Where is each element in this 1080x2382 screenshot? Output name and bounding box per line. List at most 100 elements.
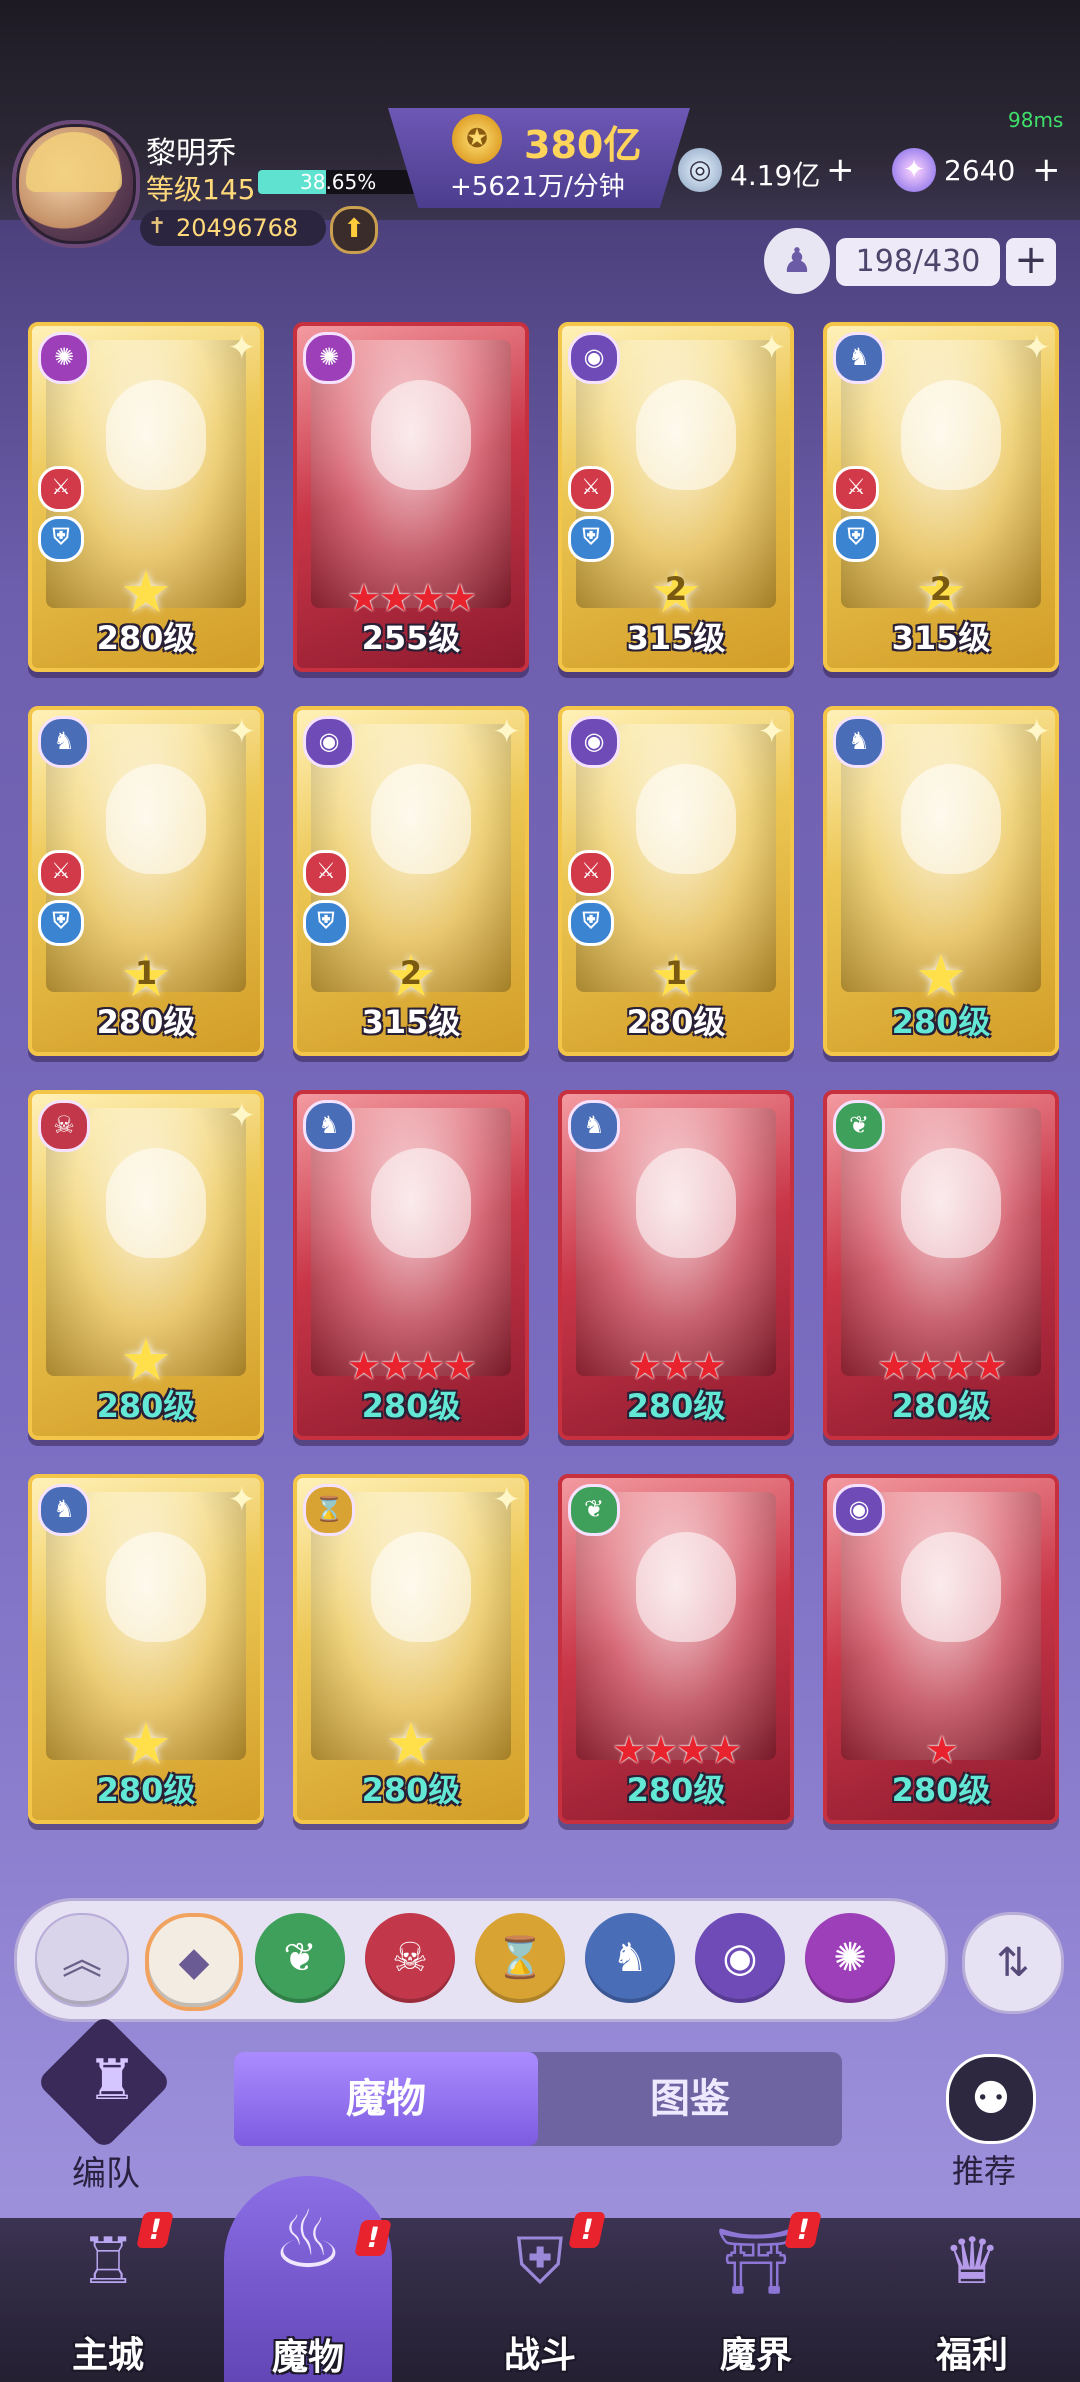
portrait-figure xyxy=(371,764,471,874)
portrait-figure xyxy=(636,764,736,874)
tab-monsters[interactable]: 魔物 xyxy=(234,2052,538,2146)
ping-indicator: 98ms xyxy=(1008,108,1064,132)
dragon-icon: ♞ xyxy=(38,1484,90,1536)
gold-amount: 380亿 xyxy=(524,123,642,167)
monster-capacity: 198/430 xyxy=(836,238,1000,286)
attack-badge-icon: ⚔ xyxy=(38,850,84,896)
monster-card[interactable]: ◉ ⚔ ⛨ ★ 1 ✦ 280级 xyxy=(558,706,794,1056)
monster-level: 315级 xyxy=(891,619,991,657)
star-number: 2 xyxy=(929,570,953,608)
hourglass-icon: ⌛ xyxy=(303,1484,355,1536)
attack-badge-icon: ⚔ xyxy=(833,466,879,512)
vortex-icon[interactable]: ✺ xyxy=(805,1913,895,2003)
defense-badge-icon: ⛨ xyxy=(568,516,614,562)
defense-badge-icon: ⛨ xyxy=(38,900,84,946)
gold-coin-icon: ✪ xyxy=(452,114,502,164)
monster-level: 280级 xyxy=(96,1771,196,1809)
arrow-up-icon: ⬆ xyxy=(343,214,365,244)
portrait-figure xyxy=(106,764,206,874)
star-number: 1 xyxy=(664,954,688,992)
chest-icon: ♛ xyxy=(943,2225,1001,2299)
crystal-amount: 4.19亿 xyxy=(730,159,821,192)
gold-rate: +5621万/分钟 xyxy=(450,172,625,202)
sort-icon: ⇅ xyxy=(996,1940,1030,1986)
recommend-button[interactable]: ⚉ xyxy=(946,2054,1036,2144)
team-button[interactable]: ♜ xyxy=(36,2014,184,2160)
nav-realm-label: 魔界 xyxy=(719,2335,792,2376)
sparkle-icon: ✦ xyxy=(1022,328,1052,368)
monster-card[interactable]: ♞ ★ ✦ 280级 xyxy=(823,706,1059,1056)
monster-level: 315级 xyxy=(361,1003,461,1041)
monster-level: 255级 xyxy=(361,619,461,657)
portrait-figure xyxy=(636,1532,736,1642)
hourglass-icon[interactable]: ⌛ xyxy=(475,1913,565,2003)
portrait-figure xyxy=(106,1148,206,1258)
team-label: 编队 xyxy=(72,2154,140,2194)
defense-badge-icon: ⛨ xyxy=(303,900,349,946)
monster-card[interactable]: ♞ ⚔ ⛨ ★ 1 ✦ 280级 xyxy=(28,706,264,1056)
monster-level: 315级 xyxy=(626,619,726,657)
monster-level: 280级 xyxy=(891,1003,991,1041)
monster-level: 280级 xyxy=(361,1771,461,1809)
recommend-label: 推荐 xyxy=(952,2152,1017,2190)
monster-level: 280级 xyxy=(96,619,196,657)
collapse-icon[interactable]: ︽ xyxy=(35,1913,129,2007)
monster-level: 280级 xyxy=(891,1771,991,1809)
nav-realm[interactable]: ⛩ ! 魔界 xyxy=(648,2200,864,2382)
all-icon[interactable]: ◆ xyxy=(145,1913,243,2011)
sort-button[interactable]: ⇅ xyxy=(962,1912,1064,2014)
monster-card[interactable]: ♞ ★ ✦ 280级 xyxy=(28,1474,264,1824)
attack-badge-icon: ⚔ xyxy=(303,850,349,896)
nav-city[interactable]: ♖ ! 主城 xyxy=(0,2200,216,2382)
nav-battle[interactable]: ⛨ ! 战斗 xyxy=(432,2200,648,2382)
vortex-icon: ✺ xyxy=(303,332,355,384)
monster-card[interactable]: ✺ ⚔ ⛨ ★ ✦ 280级 xyxy=(28,322,264,672)
monster-card[interactable]: ◉ ⚔ ⛨ ★ 2 ✦ 315级 xyxy=(558,322,794,672)
eye-icon: ◉ xyxy=(833,1484,885,1536)
nav-welfare[interactable]: ♛ 福利 xyxy=(864,2200,1080,2382)
monster-card[interactable]: ⌛ ★ ✦ 280级 xyxy=(293,1474,529,1824)
gem-add-button[interactable]: + xyxy=(1032,150,1061,190)
sparkle-icon: ✦ xyxy=(227,1096,257,1136)
dragon-icon: ♞ xyxy=(833,332,885,384)
capacity-add-button[interactable]: + xyxy=(1006,238,1056,286)
monster-card[interactable]: ♞ ⚔ ⛨ ★ 2 ✦ 315级 xyxy=(823,322,1059,672)
monster-card[interactable]: ☠ ★ ✦ 280级 xyxy=(28,1090,264,1440)
portrait-figure xyxy=(901,764,1001,874)
portrait-figure xyxy=(901,1148,1001,1258)
monster-card[interactable]: ♞ ★★★ 280级 xyxy=(558,1090,794,1440)
leaf-icon: ❦ xyxy=(568,1484,620,1536)
monster-card[interactable]: ♞ ★★★★ 280级 xyxy=(293,1090,529,1440)
player-avatar[interactable] xyxy=(12,120,140,248)
demon-icon[interactable]: ☠ xyxy=(365,1913,455,2003)
monster-card[interactable]: ✺ ★★★★ 255级 xyxy=(293,322,529,672)
monster-level: 280级 xyxy=(891,1387,991,1425)
monster-card[interactable]: ◉ ★ 280级 xyxy=(823,1474,1059,1824)
sparkle-icon: ✦ xyxy=(757,712,787,752)
portrait-figure xyxy=(371,380,471,490)
crystal-resource: ◎ 4.19亿 + xyxy=(678,146,858,198)
crystal-add-button[interactable]: + xyxy=(826,150,855,190)
nav-welfare-label: 福利 xyxy=(935,2335,1008,2376)
tab-codex[interactable]: 图鉴 xyxy=(538,2052,842,2146)
portrait-figure xyxy=(901,1532,1001,1642)
dragon-icon[interactable]: ♞ xyxy=(585,1913,675,2003)
nav-monsters-label: 魔物 xyxy=(271,2337,344,2378)
capacity-icon: ♟ xyxy=(764,228,830,294)
dragon-icon: ♞ xyxy=(303,1100,355,1152)
monster-card[interactable]: ❦ ★★★★ 280级 xyxy=(823,1090,1059,1440)
portrait-figure xyxy=(901,380,1001,490)
leaf-icon[interactable]: ❦ xyxy=(255,1913,345,2003)
alert-icon: ! xyxy=(136,2212,174,2248)
eye-icon: ◉ xyxy=(568,716,620,768)
defense-badge-icon: ⛨ xyxy=(568,900,614,946)
eye-icon: ◉ xyxy=(303,716,355,768)
eye-icon[interactable]: ◉ xyxy=(695,1913,785,2003)
star-number: 2 xyxy=(399,954,423,992)
crystal-icon: ◎ xyxy=(678,148,722,192)
power-up-button[interactable]: ⬆ xyxy=(330,206,378,254)
nav-monsters[interactable]: ♨ ! 魔物 xyxy=(224,2180,392,2382)
monster-card[interactable]: ❦ ★★★★ 280级 xyxy=(558,1474,794,1824)
monster-level: 280级 xyxy=(361,1387,461,1425)
monster-card[interactable]: ◉ ⚔ ⛨ ★ 2 ✦ 315级 xyxy=(293,706,529,1056)
